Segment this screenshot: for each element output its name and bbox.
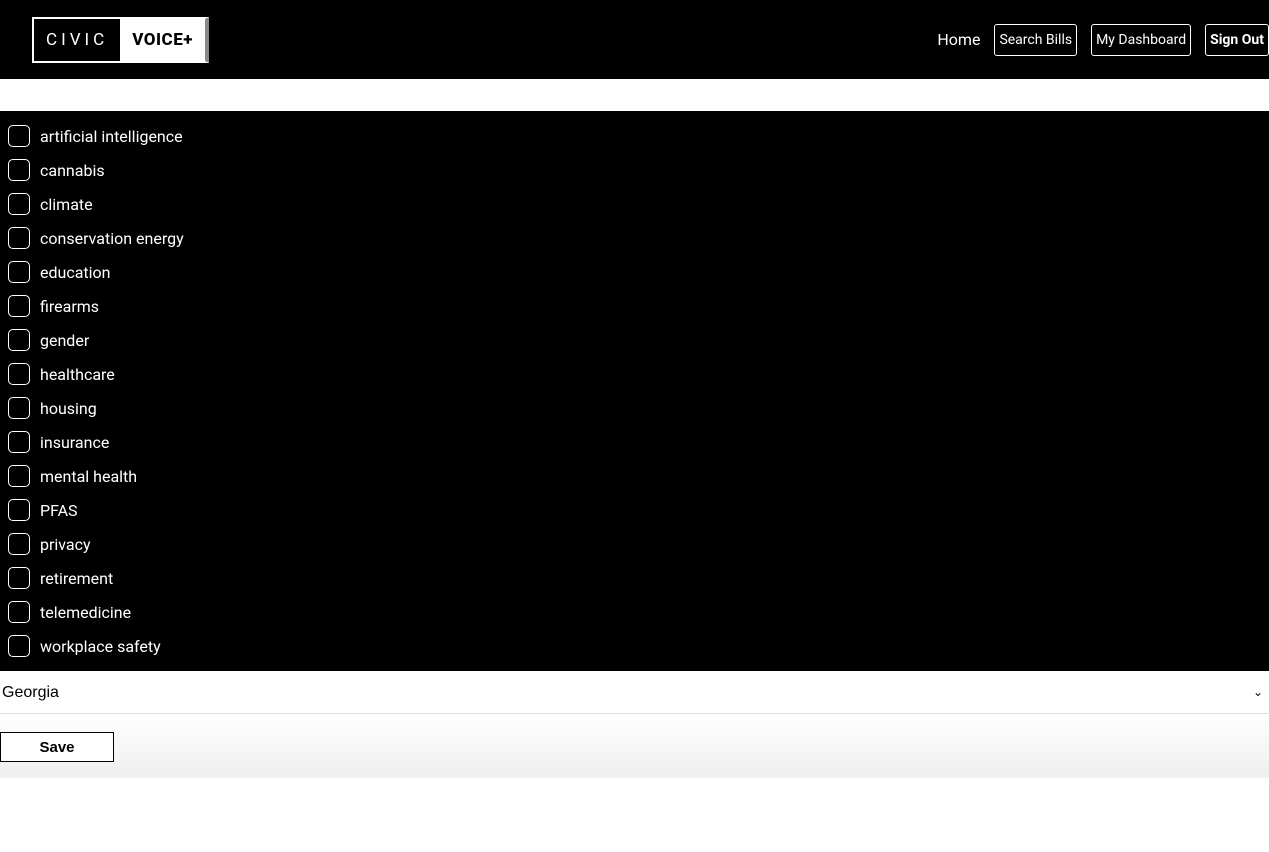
nav-sign-out[interactable]: Sign Out [1205,24,1269,56]
header-spacer [0,79,1269,111]
save-button[interactable]: Save [0,732,114,762]
topic-row: firearms [8,289,1269,323]
app-header: CIVIC VOICE+ Home Search Bills My Dashbo… [0,0,1269,79]
topics-panel: artificial intelligence cannabis climate… [0,111,1269,671]
save-area: Save [0,714,1269,778]
nav-search-bills[interactable]: Search Bills [994,24,1077,56]
topic-row: cannabis [8,153,1269,187]
topic-label: artificial intelligence [40,127,183,146]
topic-checkbox[interactable] [8,533,30,555]
topic-row: mental health [8,459,1269,493]
topic-checkbox[interactable] [8,329,30,351]
top-nav: Home Search Bills My Dashboard Sign Out [937,24,1269,56]
topic-label: PFAS [40,501,78,520]
topic-row: insurance [8,425,1269,459]
topic-label: firearms [40,297,99,316]
topic-label: insurance [40,433,109,452]
topic-row: conservation energy [8,221,1269,255]
topic-row: telemedicine [8,595,1269,629]
topic-row: housing [8,391,1269,425]
topic-checkbox[interactable] [8,567,30,589]
topic-label: workplace safety [40,637,161,656]
topic-label: gender [40,331,89,350]
state-select[interactable]: Georgia [0,671,1269,713]
topic-row: PFAS [8,493,1269,527]
topic-label: retirement [40,569,113,588]
topic-label: climate [40,195,93,214]
nav-home[interactable]: Home [937,30,980,49]
state-select-wrap: Georgia ⌄ [0,671,1269,714]
topic-checkbox[interactable] [8,397,30,419]
topic-row: privacy [8,527,1269,561]
topic-label: healthcare [40,365,115,384]
topic-row: workplace safety [8,629,1269,663]
topic-row: healthcare [8,357,1269,391]
topic-row: climate [8,187,1269,221]
logo-left: CIVIC [34,19,120,61]
topic-label: telemedicine [40,603,131,622]
topic-label: housing [40,399,97,418]
topic-label: conservation energy [40,229,184,248]
topic-row: gender [8,323,1269,357]
topic-checkbox[interactable] [8,295,30,317]
topic-checkbox[interactable] [8,431,30,453]
topic-checkbox[interactable] [8,363,30,385]
logo[interactable]: CIVIC VOICE+ [32,17,209,63]
topic-label: mental health [40,467,137,486]
topic-checkbox[interactable] [8,635,30,657]
topic-label: privacy [40,535,91,554]
topic-label: cannabis [40,161,105,180]
topic-row: education [8,255,1269,289]
topic-checkbox[interactable] [8,261,30,283]
logo-right: VOICE+ [120,19,205,61]
topic-checkbox[interactable] [8,227,30,249]
topic-checkbox[interactable] [8,499,30,521]
topic-label: education [40,263,111,282]
nav-my-dashboard[interactable]: My Dashboard [1091,24,1191,56]
topic-row: artificial intelligence [8,119,1269,153]
topic-checkbox[interactable] [8,125,30,147]
topic-checkbox[interactable] [8,465,30,487]
topic-row: retirement [8,561,1269,595]
topic-checkbox[interactable] [8,601,30,623]
topic-checkbox[interactable] [8,159,30,181]
topic-checkbox[interactable] [8,193,30,215]
